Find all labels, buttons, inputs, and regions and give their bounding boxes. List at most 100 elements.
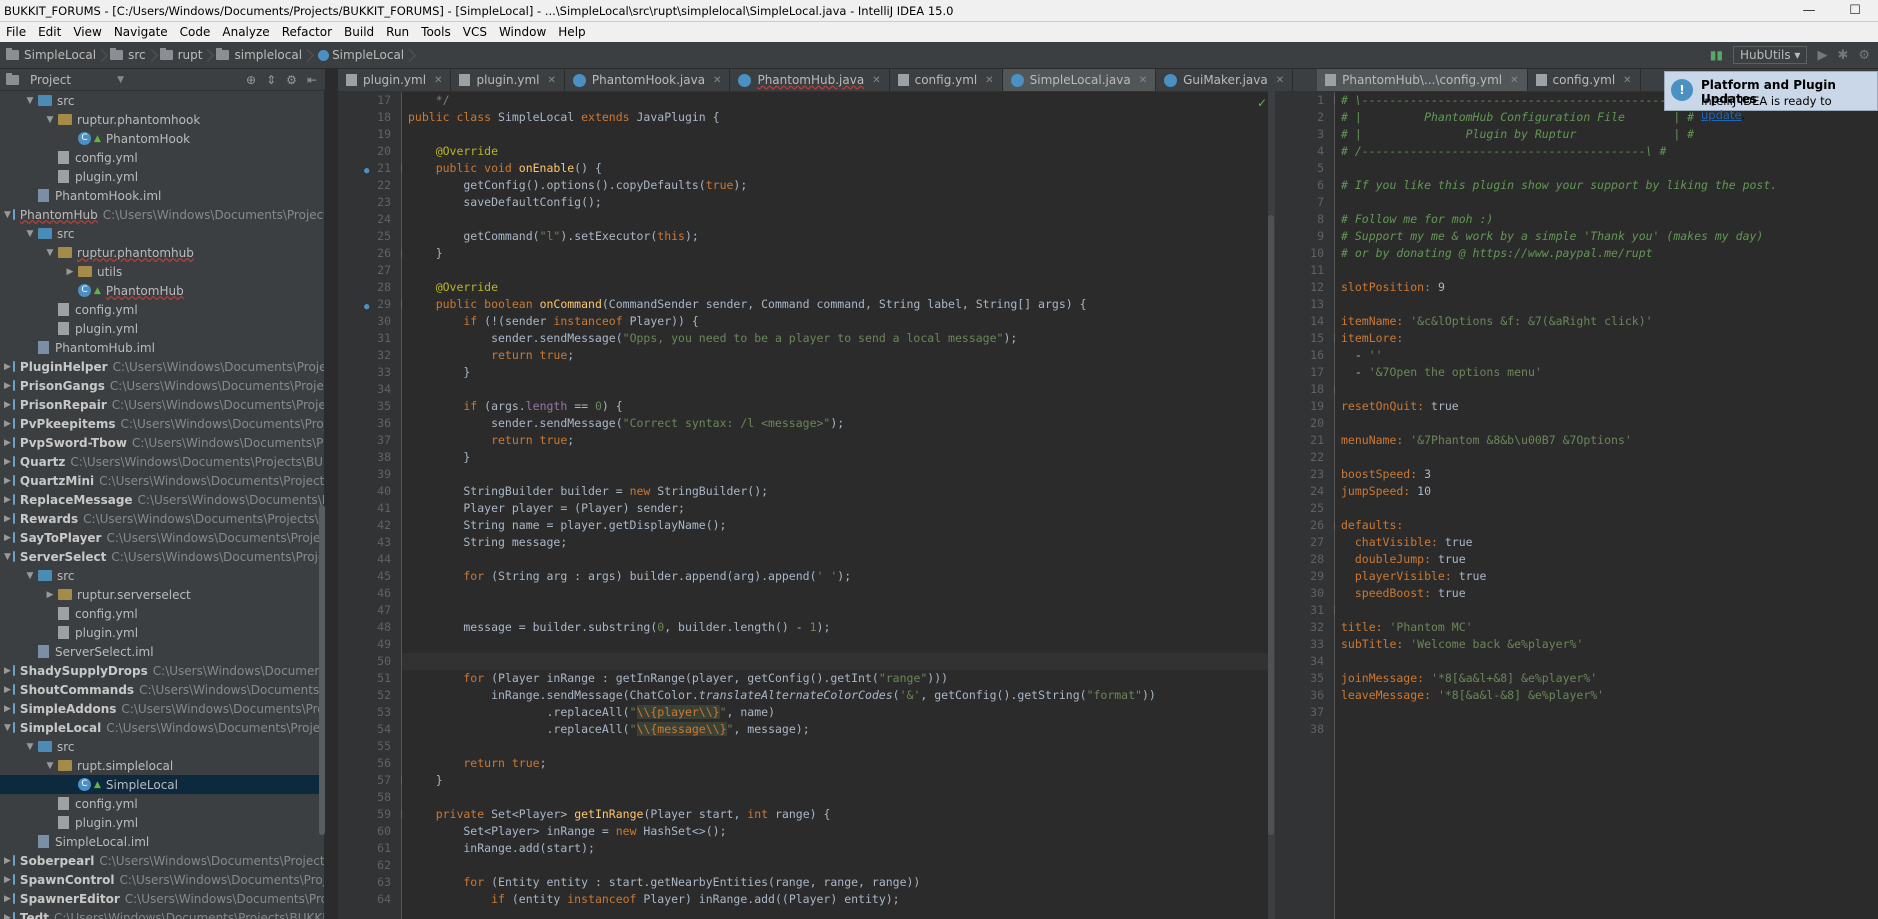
code-line[interactable]: @Override [402,279,1268,296]
collapsed-arrow-icon[interactable]: ▶ [4,400,11,410]
code-line[interactable]: title: 'Phantom MC' [1335,619,1878,636]
collapsed-arrow-icon[interactable]: ▶ [4,457,11,467]
code-line[interactable]: } [402,364,1268,381]
code-line[interactable]: } [402,772,1268,789]
code-line[interactable]: return true; [402,347,1268,364]
menu-item-help[interactable]: Help [552,25,591,39]
tree-item[interactable]: ▶ Quartz C:\Users\Windows\Documents\Projec… [0,452,324,471]
code-line[interactable]: doubleJump: true [1335,551,1878,568]
tree-item[interactable]: ▼ PhantomHub C:\Users\Windows\Documents\Pr… [0,205,324,224]
editor-tab[interactable]: config.yml ✕ [1528,69,1641,91]
tree-item[interactable]: ▶ QuartzMini C:\Users\Windows\Documents\Pr… [0,471,324,490]
code-line[interactable] [1335,194,1878,211]
code-line[interactable]: @Override [402,143,1268,160]
code-line[interactable]: - '&7Open the options menu' [1335,364,1878,381]
expanded-arrow-icon[interactable]: ▼ [44,248,56,258]
tree-item[interactable]: ▶ Soberpearl C:\Users\Windows\Documents\Pr… [0,851,324,870]
code-line[interactable]: speedBoost: true [1335,585,1878,602]
code-line[interactable]: StringBuilder builder = new StringBuilde… [402,483,1268,500]
close-icon[interactable]: ✕ [434,75,442,86]
minimize-button[interactable]: — [1786,3,1832,18]
menu-item-tools[interactable]: Tools [415,25,457,39]
tree-item[interactable]: ▶ PrisonRepair C:\Users\Windows\Documents\… [0,395,324,414]
code-line[interactable] [1335,415,1878,432]
tree-item[interactable]: ▼ src [0,224,324,243]
menu-item-refactor[interactable]: Refactor [276,25,338,39]
code-line[interactable]: message = builder.substring(0, builder.l… [402,619,1268,636]
code-line[interactable]: # | Plugin by Ruptur | # [1335,126,1878,143]
code-line[interactable]: if (!(sender instanceof Player)) { [402,313,1268,330]
collapsed-arrow-icon[interactable]: ▶ [4,913,11,919]
tree-item[interactable]: ▶ SimpleAddons C:\Users\Windows\Documents\… [0,699,324,718]
tree-item[interactable]: C ▲ SimpleLocal [0,775,324,794]
tree-item[interactable]: ▶ PluginHelper C:\Users\Windows\Documents\… [0,357,324,376]
editor-tab[interactable]: SimpleLocal.java ✕ [1002,69,1157,91]
tree-item[interactable]: ▶ ReplaceMessage C:\Users\Windows\Document… [0,490,324,509]
inspection-ok-icon[interactable]: ✓ [1257,96,1267,110]
collapsed-arrow-icon[interactable]: ▶ [4,476,11,486]
code-line[interactable]: itemName: '&c&lOptions &f: &7(&aRight cl… [1335,313,1878,330]
close-icon[interactable]: ✕ [548,75,556,86]
code-line[interactable] [402,381,1268,398]
editor-tab[interactable]: PhantomHub\...\config.yml ✕ [1317,69,1528,91]
tree-item[interactable]: SimpleLocal.iml [0,832,324,851]
code-line[interactable] [402,857,1268,874]
code-line[interactable]: itemLore: [1335,330,1878,347]
collapsed-arrow-icon[interactable]: ▶ [4,514,11,524]
menu-item-vcs[interactable]: VCS [457,25,493,39]
tree-item[interactable]: ▼ ruptur.phantomhub [0,243,324,262]
code-line[interactable]: slotPosition: 9 [1335,279,1878,296]
code-line[interactable]: } [402,245,1268,262]
expanded-arrow-icon[interactable]: ▼ [24,571,36,581]
code-line[interactable] [1335,381,1878,398]
expanded-arrow-icon[interactable]: ▼ [44,761,56,771]
code-line[interactable]: if (entity instanceof Player) inRange.ad… [402,891,1268,908]
code-line[interactable]: playerVisible: true [1335,568,1878,585]
close-icon[interactable]: ✕ [985,75,993,86]
expanded-arrow-icon[interactable]: ▼ [24,742,36,752]
code-line[interactable]: resetOnQuit: true [1335,398,1878,415]
collapsed-arrow-icon[interactable]: ▶ [4,419,11,429]
code-line[interactable] [1335,296,1878,313]
tree-item[interactable]: ▶ Tedt C:\Users\Windows\Documents\Projects… [0,908,324,919]
editor-tab[interactable]: config.yml ✕ [890,69,1003,91]
collapsed-arrow-icon[interactable]: ▶ [4,495,11,505]
tree-item[interactable]: C ▲ PhantomHub [0,281,324,300]
coverage-icon[interactable]: ⚙ [1858,48,1870,63]
expanded-arrow-icon[interactable]: ▼ [4,552,11,562]
yaml-editor[interactable]: # \-------------------------------------… [1335,92,1878,919]
code-line[interactable] [402,738,1268,755]
update-link[interactable]: update [1701,108,1742,122]
code-line[interactable]: for (String arg : args) builder.append(a… [402,568,1268,585]
code-line[interactable] [402,211,1268,228]
code-line[interactable]: inRange.sendMessage(ChatColor.translateA… [402,687,1268,704]
code-line[interactable]: public void onEnable() { [402,160,1268,177]
close-icon[interactable]: ✕ [872,75,880,86]
code-line[interactable]: saveDefaultConfig(); [402,194,1268,211]
java-editor-scrollbar[interactable] [1268,215,1274,835]
tree-item[interactable]: config.yml [0,300,324,319]
code-line[interactable] [402,262,1268,279]
expanded-arrow-icon[interactable]: ▼ [24,229,36,239]
tree-item[interactable]: ▶ SpawnControl C:\Users\Windows\Documents\… [0,870,324,889]
maximize-button[interactable]: ☐ [1832,3,1878,18]
menu-item-navigate[interactable]: Navigate [108,25,174,39]
collapsed-arrow-icon[interactable]: ▶ [4,685,11,695]
code-line[interactable]: getConfig().options().copyDefaults(true)… [402,177,1268,194]
tree-item[interactable]: plugin.yml [0,167,324,186]
code-line[interactable]: } [402,449,1268,466]
collapsed-arrow-icon[interactable]: ▶ [64,267,76,277]
collapsed-arrow-icon[interactable]: ▶ [4,875,11,885]
editor-tab[interactable]: PhantomHub.java ✕ [730,69,890,91]
code-line[interactable]: return true; [402,432,1268,449]
code-line[interactable] [402,653,1268,670]
code-line[interactable] [1335,653,1878,670]
code-line[interactable] [1335,449,1878,466]
tree-item[interactable]: ▼ ruptur.phantomhook [0,110,324,129]
tree-item[interactable]: plugin.yml [0,813,324,832]
code-line[interactable]: for (Player inRange : getInRange(player,… [402,670,1268,687]
tree-item[interactable]: config.yml [0,794,324,813]
code-line[interactable]: leaveMessage: '*8[&a&l-&8] &e%player%' [1335,687,1878,704]
project-tree-scrollbar[interactable] [319,505,325,835]
code-line[interactable] [1335,500,1878,517]
